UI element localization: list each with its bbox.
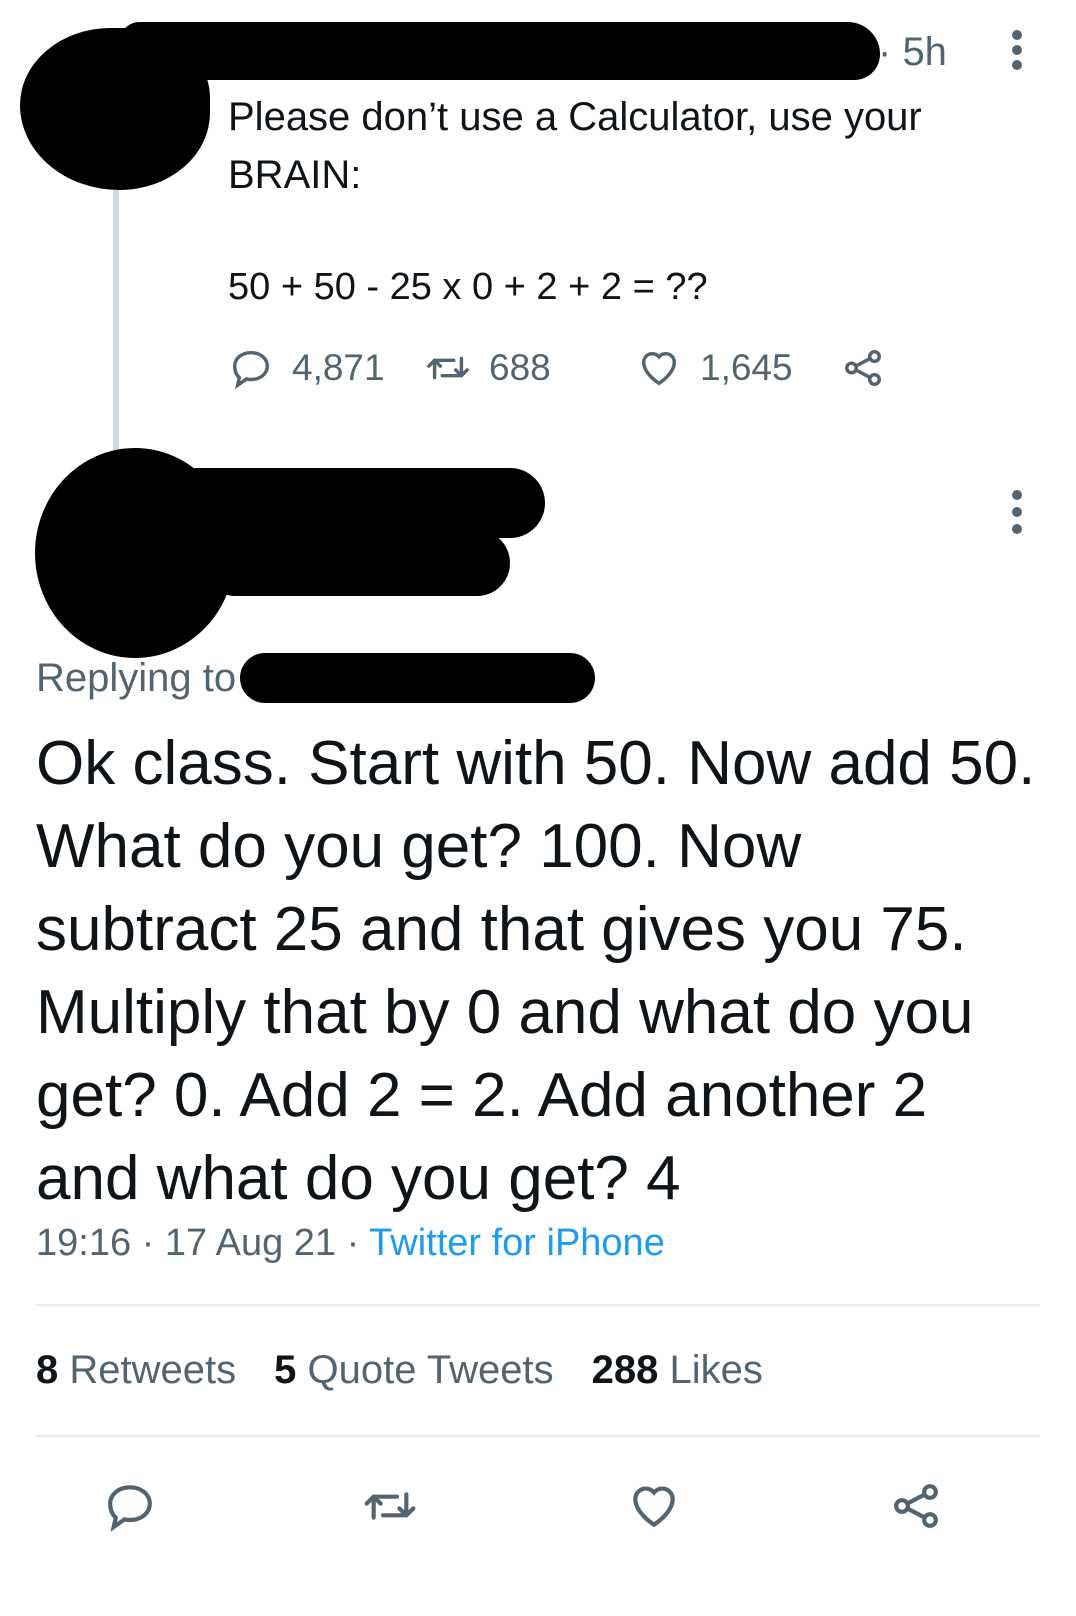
share-icon [844,349,882,387]
tweet-equation: 50 + 50 - 25 x 0 + 2 + 2 = ?? [228,266,708,308]
retweet-icon [427,356,469,380]
replying-to-row: Replying to [36,653,596,703]
redacted-author-name[interactable] [170,468,545,538]
redacted-author-name[interactable] [120,22,880,80]
more-options-icon[interactable] [1010,490,1024,536]
replying-to-label: Replying to [36,655,237,700]
tweet-text: Please don’t use a Calculator, use your … [228,95,922,197]
tweet-time: 19:16 [36,1222,132,1264]
retweets-stat[interactable]: 8 Retweets [36,1348,236,1393]
tweet-date: 17 Aug 21 [164,1222,337,1264]
redacted-author-handle[interactable] [210,530,510,596]
retweet-button[interactable] [362,1478,418,1534]
reply-tweet-text: Ok class. Start with 50. Now add 50. Wha… [36,729,1036,1213]
divider [36,1304,1040,1306]
tweet-timestamp[interactable]: · 5h [878,30,947,75]
engagement-stats: 8 Retweets 5 Quote Tweets 288 Likes [36,1348,763,1393]
reply-icon [232,350,270,390]
share-icon [894,1484,938,1528]
reply-action[interactable]: 4,871 [228,345,385,391]
like-action[interactable]: 1,645 [636,345,793,391]
redacted-replied-handle[interactable] [240,653,596,703]
share-button[interactable] [888,1478,944,1534]
tweet-source-link[interactable]: Twitter for iPhone [369,1222,665,1264]
likes-stat[interactable]: 288 Likes [592,1348,763,1393]
quote-tweets-stat[interactable]: 5 Quote Tweets [274,1348,553,1393]
retweet-icon [364,1492,416,1520]
like-icon [641,351,677,386]
retweet-action[interactable]: 688 [425,345,551,391]
thread-connector-line [113,190,119,465]
tweet-metadata: 19:16 · 17 Aug 21 · Twitter for iPhone [36,1222,665,1264]
share-action[interactable] [840,345,886,391]
like-button[interactable] [626,1478,682,1534]
more-options-icon[interactable] [1010,30,1024,70]
reply-button[interactable] [102,1478,158,1534]
reply-icon [108,1485,152,1532]
like-icon [633,1486,675,1528]
divider [36,1435,1040,1437]
